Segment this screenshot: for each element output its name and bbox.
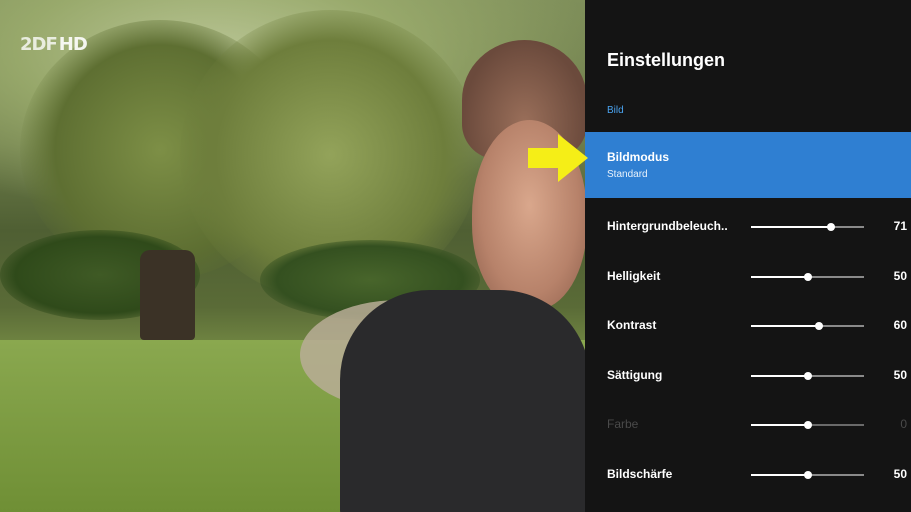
slider-fill <box>751 374 808 377</box>
slider-value: 0 <box>900 417 907 431</box>
slider-value: 50 <box>893 367 907 382</box>
slider-label: Kontrast <box>607 318 657 332</box>
slider-fill <box>751 226 831 228</box>
slider-knob[interactable] <box>804 421 812 429</box>
slider-row[interactable]: Kontrast 60 <box>585 305 911 345</box>
slider-label: Bildschärfe <box>607 466 673 481</box>
slider-track[interactable] <box>751 322 864 330</box>
slider-track[interactable] <box>751 223 864 231</box>
slider-knob[interactable] <box>804 371 812 380</box>
slider-label: Farbe <box>607 417 639 431</box>
slider-value: 71 <box>893 219 907 233</box>
section-label: Bild <box>607 105 624 116</box>
slider-value: 50 <box>893 466 907 481</box>
slider-value: 60 <box>893 318 907 332</box>
slider-label: Sättigung <box>607 367 663 382</box>
panel-title: Einstellungen <box>607 50 726 70</box>
slider-fill <box>751 275 808 278</box>
slider-label: Helligkeit <box>607 268 661 283</box>
slider-row[interactable]: Hintergrundbeleuch.. 71 <box>585 206 911 246</box>
slider-track[interactable] <box>751 371 864 380</box>
channel-logo-text: 2DF <box>20 34 58 55</box>
slider-track[interactable] <box>751 421 864 429</box>
channel-hd-badge: HD <box>58 34 88 55</box>
tree-trunk <box>140 250 195 340</box>
menu-item-label: Bildmodus <box>607 150 669 164</box>
slider-row[interactable]: Helligkeit 50 <box>585 256 911 296</box>
slider-row[interactable]: Sättigung 50 <box>585 355 911 395</box>
yellow-arrow-right-icon <box>528 134 588 182</box>
slider-fill <box>751 473 808 476</box>
slider-knob[interactable] <box>827 223 835 231</box>
slider-knob[interactable] <box>815 322 823 330</box>
person-coat <box>340 290 590 512</box>
tv-screen: 2DF HD Einstellungen Bild Bildmodus Stan… <box>0 0 911 512</box>
channel-logo: 2DF HD <box>20 34 88 55</box>
settings-panel: Einstellungen Bild Bildmodus Standard Hi… <box>585 0 911 512</box>
slider-track[interactable] <box>751 272 864 281</box>
slider-knob[interactable] <box>804 470 812 479</box>
slider-value: 50 <box>893 268 907 283</box>
slider-fill <box>751 424 808 426</box>
slider-row[interactable]: Bildschärfe 50 <box>585 454 911 494</box>
slider-fill <box>751 325 819 327</box>
slider-row[interactable]: Farbe 0 <box>585 404 911 444</box>
slider-track[interactable] <box>751 470 864 479</box>
menu-item-value: Standard <box>607 169 648 180</box>
slider-label: Hintergrundbeleuch.. <box>607 219 728 233</box>
menu-item-bildmodus[interactable]: Bildmodus Standard <box>585 132 911 198</box>
slider-knob[interactable] <box>804 272 812 281</box>
